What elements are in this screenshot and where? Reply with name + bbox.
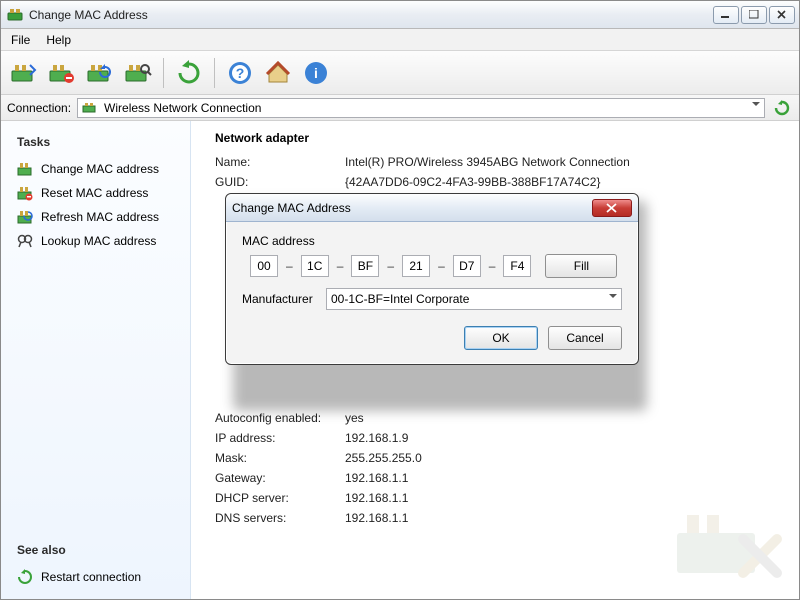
sidebar-item-refresh[interactable]: Refresh MAC address <box>11 205 180 229</box>
tool-reset-mac[interactable] <box>45 56 79 90</box>
adapter-icon <box>82 102 98 114</box>
sidebar-item-label: Lookup MAC address <box>41 234 156 248</box>
menu-bar: File Help <box>1 29 799 51</box>
toolbar-separator-2 <box>214 58 215 88</box>
app-icon <box>7 7 23 23</box>
ip-label: IP address: <box>215 431 345 445</box>
sidebar: Tasks Change MAC address Reset MAC addre… <box>1 121 191 599</box>
mac-octet-2[interactable] <box>301 255 329 277</box>
tool-change-mac[interactable] <box>7 56 41 90</box>
guid-label: GUID: <box>215 175 345 189</box>
dropdown-arrow-icon <box>752 102 760 110</box>
name-label: Name: <box>215 155 345 169</box>
sidebar-item-change[interactable]: Change MAC address <box>11 157 180 181</box>
minimize-button[interactable] <box>713 6 739 24</box>
mask-value: 255.255.255.0 <box>345 451 779 465</box>
app-window: Change MAC Address File Help ? i Connect… <box>0 0 800 600</box>
dhcp-label: DHCP server: <box>215 491 345 505</box>
ok-button[interactable]: OK <box>464 326 538 350</box>
connection-label: Connection: <box>7 101 71 115</box>
maximize-button[interactable] <box>741 6 767 24</box>
sidebar-item-label: Reset MAC address <box>41 186 148 200</box>
tool-refresh-mac[interactable] <box>83 56 117 90</box>
manufacturer-dropdown[interactable]: 00-1C-BF=Intel Corporate <box>326 288 622 310</box>
fill-button[interactable]: Fill <box>545 254 617 278</box>
window-buttons <box>713 6 795 24</box>
tasks-header: Tasks <box>17 135 180 149</box>
tool-help[interactable]: ? <box>223 56 257 90</box>
manufacturer-value: 00-1C-BF=Intel Corporate <box>331 292 469 306</box>
manufacturer-label: Manufacturer <box>242 292 318 306</box>
name-value: Intel(R) PRO/Wireless 3945ABG Network Co… <box>345 155 779 169</box>
toolbar-separator <box>163 58 164 88</box>
mask-label: Mask: <box>215 451 345 465</box>
mac-octet-6[interactable] <box>503 255 531 277</box>
connection-bar: Connection: Wireless Network Connection <box>1 95 799 121</box>
autoconfig-label: Autoconfig enabled: <box>215 411 345 425</box>
sidebar-item-label: Restart connection <box>41 570 141 584</box>
connection-refresh[interactable] <box>771 97 793 119</box>
window-title: Change MAC Address <box>29 8 713 22</box>
menu-help[interactable]: Help <box>38 31 79 49</box>
tool-about[interactable]: i <box>299 56 333 90</box>
ip-value: 192.168.1.9 <box>345 431 779 445</box>
tool-refresh[interactable] <box>172 56 206 90</box>
autoconfig-value: yes <box>345 411 779 425</box>
mac-octet-1[interactable] <box>250 255 278 277</box>
sidebar-item-label: Change MAC address <box>41 162 159 176</box>
sidebar-item-reset[interactable]: Reset MAC address <box>11 181 180 205</box>
main-header: Network adapter <box>215 131 779 145</box>
toolbar: ? i <box>1 51 799 95</box>
mac-octet-5[interactable] <box>453 255 481 277</box>
mac-address-label: MAC address <box>242 234 622 248</box>
dialog-title: Change MAC Address <box>232 201 592 215</box>
menu-file[interactable]: File <box>3 31 38 49</box>
mac-octet-3[interactable] <box>351 255 379 277</box>
connection-dropdown[interactable]: Wireless Network Connection <box>77 98 765 118</box>
dialog-close-button[interactable] <box>592 199 632 217</box>
svg-text:i: i <box>314 65 318 81</box>
tool-home[interactable] <box>261 56 295 90</box>
cancel-button[interactable]: Cancel <box>548 326 622 350</box>
tool-lookup-mac[interactable] <box>121 56 155 90</box>
sidebar-item-label: Refresh MAC address <box>41 210 159 224</box>
dns-label: DNS servers: <box>215 511 345 525</box>
connection-value: Wireless Network Connection <box>104 101 261 115</box>
sidebar-item-restart[interactable]: Restart connection <box>11 565 180 589</box>
watermark-icon <box>673 503 793 593</box>
svg-text:?: ? <box>236 65 245 81</box>
title-bar: Change MAC Address <box>1 1 799 29</box>
dropdown-arrow-icon <box>609 294 617 302</box>
gateway-label: Gateway: <box>215 471 345 485</box>
mac-octet-4[interactable] <box>402 255 430 277</box>
change-mac-dialog: Change MAC Address MAC address – – – – –… <box>225 193 639 365</box>
dialog-title-bar: Change MAC Address <box>226 194 638 222</box>
seealso-header: See also <box>17 543 180 557</box>
close-button[interactable] <box>769 6 795 24</box>
guid-value: {42AA7DD6-09C2-4FA3-99BB-388BF17A74C2} <box>345 175 779 189</box>
gateway-value: 192.168.1.1 <box>345 471 779 485</box>
sidebar-item-lookup[interactable]: Lookup MAC address <box>11 229 180 253</box>
